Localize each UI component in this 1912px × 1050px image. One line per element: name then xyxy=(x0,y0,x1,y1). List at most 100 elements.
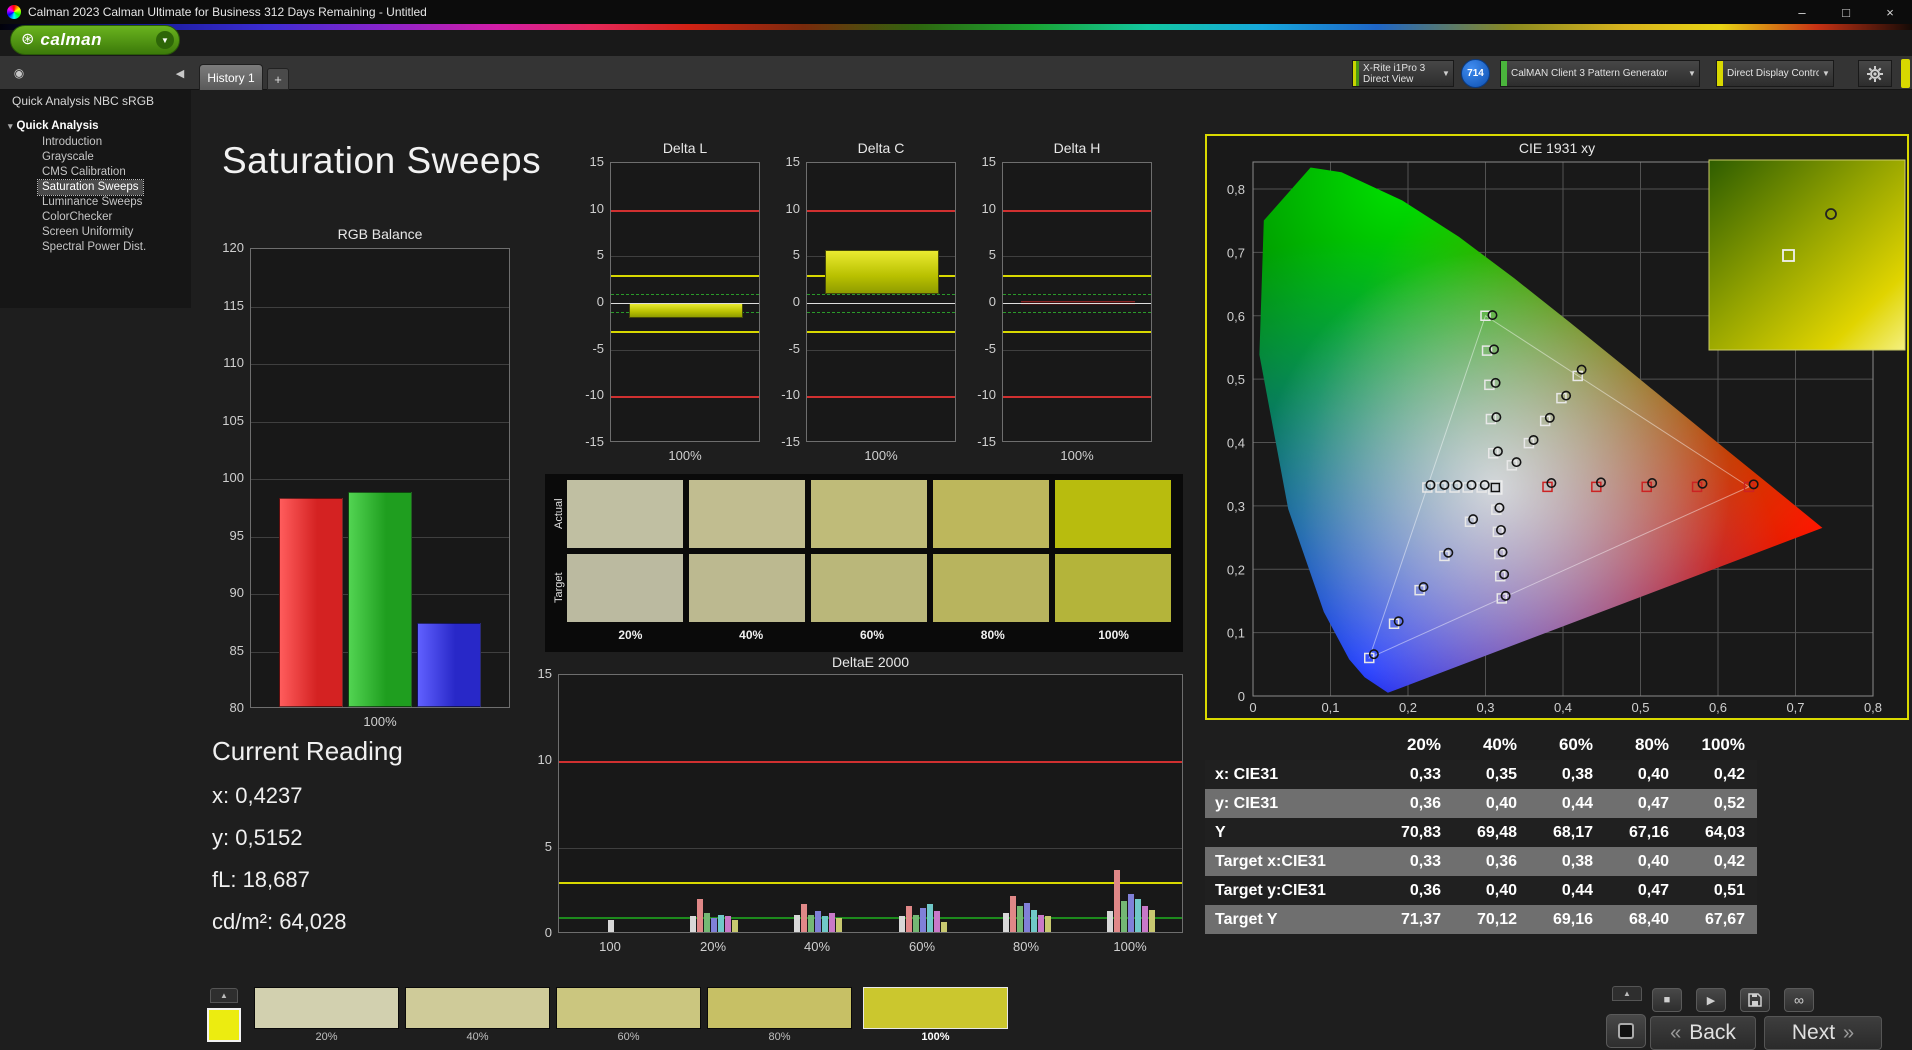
y-tick-label: 90 xyxy=(229,585,244,600)
reading-value: x: 0,4237 xyxy=(212,783,303,808)
patch-popout-button[interactable]: ▲ xyxy=(210,988,238,1003)
sidebar-item-introduction[interactable]: Introduction xyxy=(38,135,106,150)
target-swatch xyxy=(933,554,1049,622)
app-icon xyxy=(7,5,21,19)
deltae-bar xyxy=(920,907,926,932)
deltae-bar xyxy=(1149,909,1155,932)
workflow-home-button[interactable]: ◉ xyxy=(8,63,30,83)
x-tick-label: 60% xyxy=(908,939,936,954)
patch-button-80[interactable]: 80% xyxy=(707,986,852,1046)
patch-label: 80% xyxy=(768,1031,791,1043)
table-col-header: 100% xyxy=(1701,735,1745,754)
x-axis-label: 100% xyxy=(668,448,702,463)
patch-color xyxy=(254,987,399,1029)
active-patch-swatch[interactable] xyxy=(207,1008,241,1042)
cie-diagram: 0 0,1 0,2 0,3 0,4 0,5 0,6 0,7 0,8 0,8 0,7 0,6 0,5 0,4… xyxy=(1227,159,1906,715)
limit-line xyxy=(611,209,759,212)
sidebar-root-node[interactable]: ▾ Quick Analysis xyxy=(8,118,191,135)
swatch-col-label: 80% xyxy=(980,628,1005,642)
play-button[interactable]: ▶ xyxy=(1696,988,1726,1012)
table-cell: 69,48 xyxy=(1476,823,1517,841)
stop-button[interactable]: ■ xyxy=(1652,988,1682,1012)
meter-dropdown[interactable]: X-Rite i1Pro 3 Direct View ▼ xyxy=(1352,60,1454,87)
close-button[interactable]: × xyxy=(1868,0,1912,24)
deltae-bar xyxy=(1107,911,1113,932)
link-button[interactable]: ∞ xyxy=(1784,988,1814,1012)
workspace: Quick Analysis NBC sRGB ▾ Quick Analysis … xyxy=(0,90,1912,1050)
swatch-col-label: 20% xyxy=(618,628,643,642)
display-control-dropdown[interactable]: Direct Display Control ▼ xyxy=(1716,60,1834,87)
deltae-bar-group xyxy=(1107,869,1155,932)
x-tick-label: 0,8 xyxy=(1864,700,1882,715)
right-edge-accent[interactable] xyxy=(1901,59,1910,88)
sidebar-item-luminance-sweeps[interactable]: Luminance Sweeps xyxy=(38,195,146,210)
minimize-button[interactable]: – xyxy=(1780,0,1824,24)
sidebar-item-saturation-sweeps[interactable]: Saturation Sweeps xyxy=(37,179,144,196)
deltae-2000-chart: DeltaE 2000 15 10 5 0 100 20% 40% 60% 80% 100% xyxy=(524,654,1214,964)
deltae-bar xyxy=(1128,894,1134,932)
deltae-bar xyxy=(711,918,717,932)
gear-icon xyxy=(1867,65,1883,82)
patch-button-40[interactable]: 40% xyxy=(405,986,550,1046)
calman-wordmark: calman xyxy=(40,30,102,49)
deltae-bar xyxy=(1003,913,1009,932)
x-tick-label: 20% xyxy=(699,939,727,954)
back-button[interactable]: « Back xyxy=(1650,1016,1756,1050)
table-row: x: CIE31 0,33 0,35 0,38 0,40 0,42 xyxy=(1205,760,1757,789)
sidebar-item-spectral-power-dist-[interactable]: Spectral Power Dist. xyxy=(38,240,150,255)
settings-gear-button[interactable] xyxy=(1858,60,1892,87)
back-chevron-icon: « xyxy=(1670,1021,1682,1044)
sidebar: Quick Analysis NBC sRGB ▾ Quick Analysis … xyxy=(0,90,191,308)
patch-label: 60% xyxy=(617,1031,640,1043)
table-cell: 68,17 xyxy=(1552,823,1593,841)
meter-certification-badge[interactable]: 714 xyxy=(1461,59,1490,88)
pattern-source-dropdown[interactable]: CalMAN Client 3 Pattern Generator ▼ xyxy=(1500,60,1700,87)
deltae-bar xyxy=(822,916,828,932)
table-cell: 0,38 xyxy=(1561,765,1593,783)
current-reading-values: x: 0,4237 y: 0,5152 fL: 18,687 cd/m²: 64,02… xyxy=(212,775,403,943)
table-header-row: 20% 40% 60% 80% 100% xyxy=(1205,730,1757,760)
pattern-window-button[interactable] xyxy=(1606,1014,1646,1048)
next-button[interactable]: Next » xyxy=(1764,1016,1882,1050)
delta-gridline xyxy=(1003,349,1151,351)
deltae-bar xyxy=(608,919,614,932)
y-tick-label: 15 xyxy=(785,154,800,169)
sidebar-item-colorchecker[interactable]: ColorChecker xyxy=(38,210,116,225)
x-axis-label: 100% xyxy=(864,448,898,463)
sidebar-item-screen-uniformity[interactable]: Screen Uniformity xyxy=(38,225,137,240)
deltae-bar xyxy=(690,916,696,932)
x-tick-label: 0 xyxy=(1249,700,1256,715)
patch-button-20[interactable]: 20% xyxy=(254,986,399,1046)
limit-line xyxy=(559,761,1182,764)
calman-logo-menu[interactable]: ⊛ calman ▼ xyxy=(10,25,180,55)
maximize-button[interactable]: □ xyxy=(1824,0,1868,24)
y-tick-label: 115 xyxy=(223,297,244,313)
y-tick-label: -10 xyxy=(781,387,800,403)
chart-title: RGB Balance xyxy=(337,226,423,242)
y-tick-label: 0,2 xyxy=(1227,562,1245,577)
deltae-bar-group xyxy=(1003,895,1051,932)
deltae-bar xyxy=(697,899,703,932)
y-tick-label: 0 xyxy=(988,294,996,309)
tab-history-1[interactable]: History 1 xyxy=(199,64,263,90)
chart-title: Delta H xyxy=(1053,140,1101,156)
delta-c-chart: Delta C 100% 15 10 5 0 -5 -10 -15 xyxy=(772,140,972,480)
pattern-window-icon xyxy=(1618,1023,1634,1039)
x-tick-label: 80% xyxy=(1012,939,1040,954)
save-button[interactable] xyxy=(1740,988,1770,1012)
sidebar-collapse-button[interactable]: ◀ xyxy=(170,63,190,83)
transport-popout-button[interactable]: ▲ xyxy=(1612,986,1642,1001)
table-cell: 0,47 xyxy=(1637,881,1669,899)
x-tick-label: 100 xyxy=(599,939,621,954)
deltae-bar xyxy=(927,904,933,932)
table-cell: 0,33 xyxy=(1409,852,1441,870)
sidebar-item-cms-calibration[interactable]: CMS Calibration xyxy=(38,165,130,180)
sidebar-item-grayscale[interactable]: Grayscale xyxy=(38,150,98,165)
add-tab-button[interactable]: + xyxy=(267,68,289,90)
logo-dropdown-arrow-icon[interactable]: ▼ xyxy=(156,31,174,49)
y-tick-label: 5 xyxy=(544,838,552,854)
y-tick-label: 120 xyxy=(222,240,244,255)
table-row-label: Y xyxy=(1215,823,1226,841)
patch-button-60[interactable]: 60% xyxy=(556,986,701,1046)
patch-button-100[interactable]: 100% xyxy=(863,986,1008,1046)
